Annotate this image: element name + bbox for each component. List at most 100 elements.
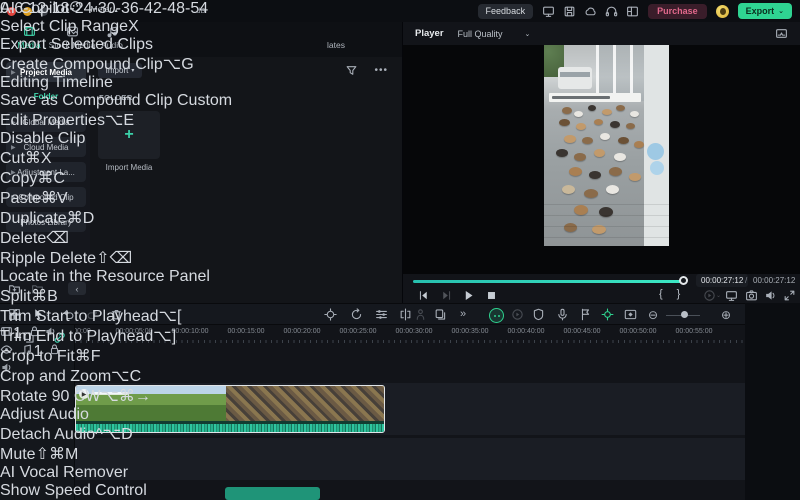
menu-item-show-speed-control[interactable]: Show Speed Control [0, 482, 232, 500]
cat-blob [564, 135, 576, 143]
next-frame-icon[interactable] [440, 289, 453, 302]
seek-bar[interactable] [413, 280, 685, 283]
ruler-timecode: 00:00:35:00 [451, 328, 489, 335]
cat-blob [614, 153, 626, 161]
motion-track-icon[interactable] [324, 308, 337, 321]
filter-icon[interactable] [345, 64, 358, 77]
cat-blob [602, 109, 612, 115]
render-play-icon[interactable] [511, 308, 524, 321]
purchase-button[interactable]: Purchase [648, 3, 707, 19]
promo-coin-icon[interactable] [715, 4, 729, 18]
ruler-timecode: 00:00:50:00 [619, 328, 657, 335]
menu-item-edit-properties[interactable]: Edit Properties⌥E [0, 110, 232, 130]
menu-item-paste: Paste⌘V [0, 190, 68, 207]
menu-item-duplicate[interactable]: Duplicate⌘D [0, 208, 232, 228]
menu-item-disable-clip[interactable]: Disable Clip [0, 130, 232, 148]
cloud-icon[interactable] [584, 5, 597, 18]
mark-in-out-icons[interactable]: {} [659, 288, 694, 300]
chevron-down-icon: ⌄ [524, 30, 531, 38]
menu-item-export-selected-clips[interactable]: Export Selected Clips [0, 36, 232, 54]
menu-item-rotate-90-cw[interactable]: Rotate 90 CW⌥⌘→ [0, 386, 232, 406]
rotate-icon[interactable] [350, 308, 363, 321]
cat-blob [559, 119, 570, 126]
save-icon[interactable] [563, 5, 576, 18]
menu-item-editing-timeline: Editing Timeline [0, 74, 113, 91]
timeline-zoom-knob[interactable] [681, 311, 688, 318]
headset-icon[interactable] [605, 5, 618, 18]
cat-blob [634, 141, 644, 148]
cat-blob [576, 123, 586, 130]
menu-item-split: Split⌘B [0, 288, 58, 305]
cat-blob [618, 137, 629, 144]
more-icon[interactable]: ••• [374, 64, 388, 77]
marker-icon[interactable] [579, 308, 592, 321]
clip-context-menu: AI Copilot Select Clip RangeX Export Selec… [0, 0, 232, 500]
menu-item-create-compound-clip[interactable]: Create Compound Clip⌥G [0, 54, 232, 74]
cat-blob [574, 153, 586, 161]
fullscreen-icon[interactable] [783, 289, 796, 302]
ruler-timecode: 00:00:25:00 [339, 328, 377, 335]
previous-frame-icon[interactable] [417, 289, 430, 302]
cat-blob [569, 167, 582, 176]
menu-item-select-clip-range[interactable]: Select Clip RangeX [0, 18, 232, 36]
ai-portrait-icon[interactable] [489, 308, 504, 323]
zoom-out-icon[interactable]: ⊖ [648, 308, 658, 322]
ai-copilot-icon [69, 0, 82, 13]
menu-item-locate-in-the-resource-panel[interactable]: Locate in the Resource Panel [0, 268, 232, 286]
cat-blob [629, 173, 641, 181]
tab-lates[interactable]: lates [308, 25, 364, 50]
total-timecode: 00:00:27:12 [753, 276, 796, 285]
audio-clip[interactable] [225, 487, 320, 500]
keyframe-icon[interactable] [624, 308, 637, 321]
seek-handle[interactable] [679, 275, 688, 285]
mirror-screen-icon[interactable] [725, 289, 738, 302]
display-icon[interactable] [542, 5, 555, 18]
menu-item-detach-audio[interactable]: Detach Audio^⌥D [0, 424, 232, 444]
menu-item-trim-end-to-playhead: Trim End to Playhead⌥] [0, 328, 177, 345]
workspace-icon[interactable] [626, 5, 639, 18]
zoom-in-icon[interactable]: ⊕ [721, 308, 731, 322]
menu-item-ai-vocal-remover[interactable]: AI Vocal Remover [0, 464, 232, 482]
split-icon[interactable] [399, 308, 412, 321]
mask-icon[interactable] [532, 308, 545, 321]
ai-frame-icon[interactable] [601, 308, 614, 321]
ruler-timecode: 00:00:20:00 [283, 328, 321, 335]
menu-item-save-as-compound-clip-custom: Save as Compound Clip Custom [0, 92, 233, 109]
record-voiceover-icon[interactable] [556, 308, 569, 321]
menu-item-crop-to-fit[interactable]: Crop to Fit⌘F [0, 346, 232, 366]
stop-icon[interactable] [485, 289, 498, 302]
timecode-separator: / [745, 276, 748, 285]
video-viewport [403, 45, 800, 274]
menu-item-copy[interactable]: Copy⌘C [0, 168, 232, 188]
snapshot-icon[interactable] [745, 289, 758, 302]
current-timecode: 00:00:27:12 [696, 274, 749, 287]
render-preview-icon[interactable]: ⌄ [703, 289, 721, 302]
speed-icon[interactable] [414, 308, 427, 321]
volume-icon[interactable] [764, 289, 777, 302]
cat-blob [574, 111, 583, 117]
menu-item-mute[interactable]: Mute⇧⌘M [0, 444, 232, 464]
export-button[interactable]: Export ⌄ [737, 3, 792, 19]
menu-item-cut[interactable]: Cut⌘X [0, 148, 232, 168]
blue-object [647, 143, 664, 160]
chevron-down-icon: ⌄ [778, 8, 784, 15]
ruler-timecode: 00:00:55:00 [675, 328, 713, 335]
feedback-button[interactable]: Feedback [477, 3, 534, 19]
preview-mode-icon[interactable] [775, 27, 788, 40]
menu-item-crop-and-zoom[interactable]: Crop and Zoom⌥C [0, 366, 232, 386]
adjust-sliders-icon[interactable] [375, 308, 388, 321]
play-icon[interactable] [462, 289, 475, 302]
quality-dropdown[interactable]: Full Quality ⌄ [458, 29, 531, 39]
cat-blob [556, 149, 568, 157]
player-title: Player [415, 28, 444, 39]
ruler-timecode: 00:00:45:00 [563, 328, 601, 335]
more-chevrons-icon[interactable]: » [460, 308, 466, 320]
cat-blob [630, 111, 639, 117]
menu-item-ripple-delete[interactable]: Ripple Delete⇧⌫ [0, 248, 232, 268]
menu-item-adjust-audio[interactable]: Adjust Audio [0, 406, 232, 424]
copy-attributes-icon[interactable] [434, 308, 447, 321]
menu-item-delete[interactable]: Delete⌫ [0, 228, 232, 248]
blue-object [650, 161, 664, 175]
menu-item-ai-copilot[interactable]: AI Copilot [0, 0, 232, 18]
ruler-timecode: 00:00:30:00 [395, 328, 433, 335]
